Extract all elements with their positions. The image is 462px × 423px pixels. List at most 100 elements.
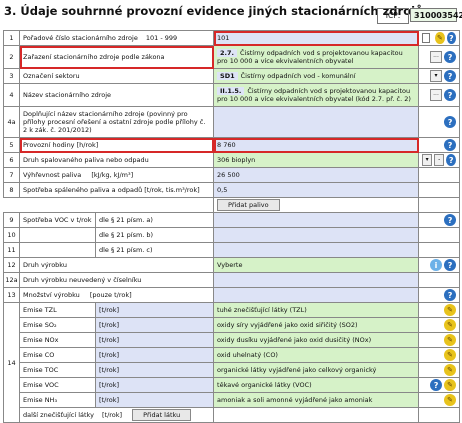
row-label: Pořadové číslo stacionárního zdroje 101 … — [18, 30, 215, 46]
row-14-other: další znečišťující látky [t/rok] Přidat … — [4, 407, 461, 423]
help-icon[interactable]: ? — [446, 32, 457, 44]
row-sublabel: dle § 21 písm. b) — [94, 227, 215, 243]
row-number: 1 — [3, 30, 20, 46]
help-icon[interactable]: ? — [444, 214, 457, 226]
chevron-down-icon[interactable]: ▾ — [430, 70, 443, 82]
add-substance-button[interactable]: Přidat látku — [132, 409, 192, 421]
edit-icon[interactable]: ✎ — [444, 364, 457, 376]
row-label: Množství výrobku [pouze t/rok] — [18, 287, 215, 303]
row-number: 11 — [3, 242, 20, 258]
emission-label: Emise CO — [19, 347, 96, 363]
row-14-emission: Emise NH₃ [t/rok] amoniak a soli amonné … — [4, 392, 461, 408]
help-icon[interactable]: ? — [444, 289, 457, 301]
supplementary-name-input[interactable] — [213, 106, 420, 138]
edit-icon[interactable]: ✎ — [444, 334, 457, 346]
help-icon[interactable]: ? — [444, 116, 457, 128]
fuel-consumption-input[interactable]: 0,5 — [213, 182, 420, 198]
row-number: 7 — [3, 167, 20, 183]
emission-description: oxidy dusíku vyjádřené jako oxid dusičit… — [213, 332, 420, 348]
source-name-field[interactable]: II.1.5. Čistírny odpadních vod s projekto… — [213, 83, 420, 107]
help-icon[interactable]: ? — [446, 154, 457, 166]
classification-code: 2.7. — [217, 49, 237, 57]
emission-label: Emise TZL — [19, 302, 96, 318]
row-label — [19, 227, 96, 243]
emission-input[interactable]: [t/rok] — [94, 347, 215, 363]
row-7: 7 Výhřevnost paliva [kJ/kg, kJ/m³] 26 50… — [3, 167, 461, 183]
row-actions: ✎ — [418, 317, 461, 333]
edit-icon[interactable]: ✎ — [444, 349, 457, 361]
classification-field[interactable]: 2.7. Čistírny odpadních vod s projektovan… — [213, 45, 420, 69]
row-number: 4 — [3, 83, 20, 107]
row-11: 11 dle § 21 písm. c) — [3, 242, 461, 258]
add-fuel-cell: Přidat palivo — [213, 197, 420, 213]
row-number: 2 — [3, 45, 20, 69]
row-label-text: Výhřevnost paliva — [23, 171, 82, 179]
edit-icon[interactable]: ✎ — [444, 304, 457, 316]
row-actions — [418, 407, 461, 423]
add-fuel-row: Přidat palivo — [3, 197, 461, 213]
row-sublabel: dle § 21 písm. a) — [94, 212, 215, 228]
browse-button[interactable]: ... — [430, 89, 443, 101]
emission-input[interactable]: [t/rok] — [94, 302, 215, 318]
edit-icon[interactable]: ✎ — [444, 319, 457, 331]
fuel-type-select[interactable]: 306 bioplyn — [213, 152, 420, 168]
sector-select[interactable]: SD1 Čistírny odpadních vod - komunální — [213, 68, 420, 84]
row-9: 9 Spotřeba VOC v t/rok dle § 21 písm. a)… — [3, 212, 461, 228]
row-actions: ✎ ? — [418, 30, 461, 46]
emission-unit: [t/rok] — [99, 306, 120, 314]
product-other-input[interactable] — [213, 272, 420, 288]
row-14-emission: Emise TOC [t/rok] organické látky vyjádř… — [4, 362, 461, 378]
row-2: 2 Zařazení stacionárního zdroje podle zá… — [3, 45, 461, 69]
source-number-input[interactable]: 101 — [213, 30, 420, 46]
help-icon[interactable]: ? — [444, 89, 457, 101]
chevron-down-icon[interactable]: ▾ — [422, 154, 433, 166]
help-icon[interactable]: ? — [444, 70, 457, 82]
emission-description: oxidy síry vyjádřené jako oxid siřičitý … — [213, 317, 420, 333]
row-13: 13 Množství výrobku [pouze t/rok] ? — [3, 287, 461, 303]
calorific-value-input[interactable]: 26 500 — [213, 167, 420, 183]
voc-a-input[interactable] — [213, 212, 420, 228]
row-label: Spotřeba spáleného paliva a odpadů [t/ro… — [18, 182, 215, 198]
edit-icon[interactable]: ✎ — [435, 32, 445, 44]
other-label: další znečišťující látky — [23, 411, 94, 419]
row-actions: ✎ — [418, 332, 461, 348]
row-sublabel: dle § 21 písm. c) — [94, 242, 215, 258]
info-icon[interactable]: i — [430, 259, 443, 271]
emission-input[interactable]: [t/rok] — [94, 362, 215, 378]
row-number: 14 — [3, 302, 20, 423]
help-icon[interactable]: ? — [444, 259, 457, 271]
source-name-value: Čistírny odpadních vod s projektovanou k… — [217, 87, 411, 103]
remove-fuel-button[interactable]: - — [434, 154, 445, 166]
row-actions: ✎ — [418, 362, 461, 378]
voc-c-input[interactable] — [213, 242, 420, 258]
summary-checkbox[interactable] — [422, 33, 431, 43]
help-icon[interactable]: ? — [444, 139, 457, 151]
row-actions: ? ✎ — [418, 377, 461, 393]
add-fuel-button[interactable]: Přidat palivo — [217, 199, 280, 211]
row-number: 5 — [3, 137, 20, 153]
operating-hours-input[interactable]: 8 760 — [213, 137, 420, 153]
row-14-emission: Emise CO [t/rok] oxid uhelnatý (CO) ✎ — [4, 347, 461, 363]
emission-input[interactable]: [t/rok] — [94, 317, 215, 333]
row-actions: ? — [418, 137, 461, 153]
emission-input[interactable]: [t/rok] — [94, 392, 215, 408]
help-icon[interactable]: ? — [430, 379, 443, 391]
edit-icon[interactable]: ✎ — [444, 379, 457, 391]
emission-input[interactable]: [t/rok] — [94, 332, 215, 348]
emission-input[interactable]: [t/rok] — [94, 377, 215, 393]
edit-icon[interactable]: ✎ — [444, 394, 457, 406]
row-12a: 12a Druh výrobku neuvedený v číselníku — [3, 272, 461, 288]
browse-button[interactable]: ... — [430, 51, 443, 63]
emission-description: tuhé znečišťující látky (TZL) — [213, 302, 420, 318]
emission-unit: [t/rok] — [99, 396, 120, 404]
row-label: Spotřeba VOC v t/rok — [19, 212, 96, 228]
row-5: 5 Provozní hodiny [h/rok] 8 760 ? — [3, 137, 461, 153]
voc-b-input[interactable] — [213, 227, 420, 243]
emission-label: Emise SO₂ — [19, 317, 96, 333]
help-icon[interactable]: ? — [444, 51, 457, 63]
classification-value: Čistírny odpadních vod s projektovanou k… — [217, 49, 403, 65]
emission-description: organické látky vyjádřené jako celkový o… — [213, 362, 420, 378]
product-amount-input[interactable] — [213, 287, 420, 303]
product-type-select[interactable]: Vyberte — [213, 257, 420, 273]
row-label: Druh spalovaného paliva nebo odpadu — [18, 152, 215, 168]
